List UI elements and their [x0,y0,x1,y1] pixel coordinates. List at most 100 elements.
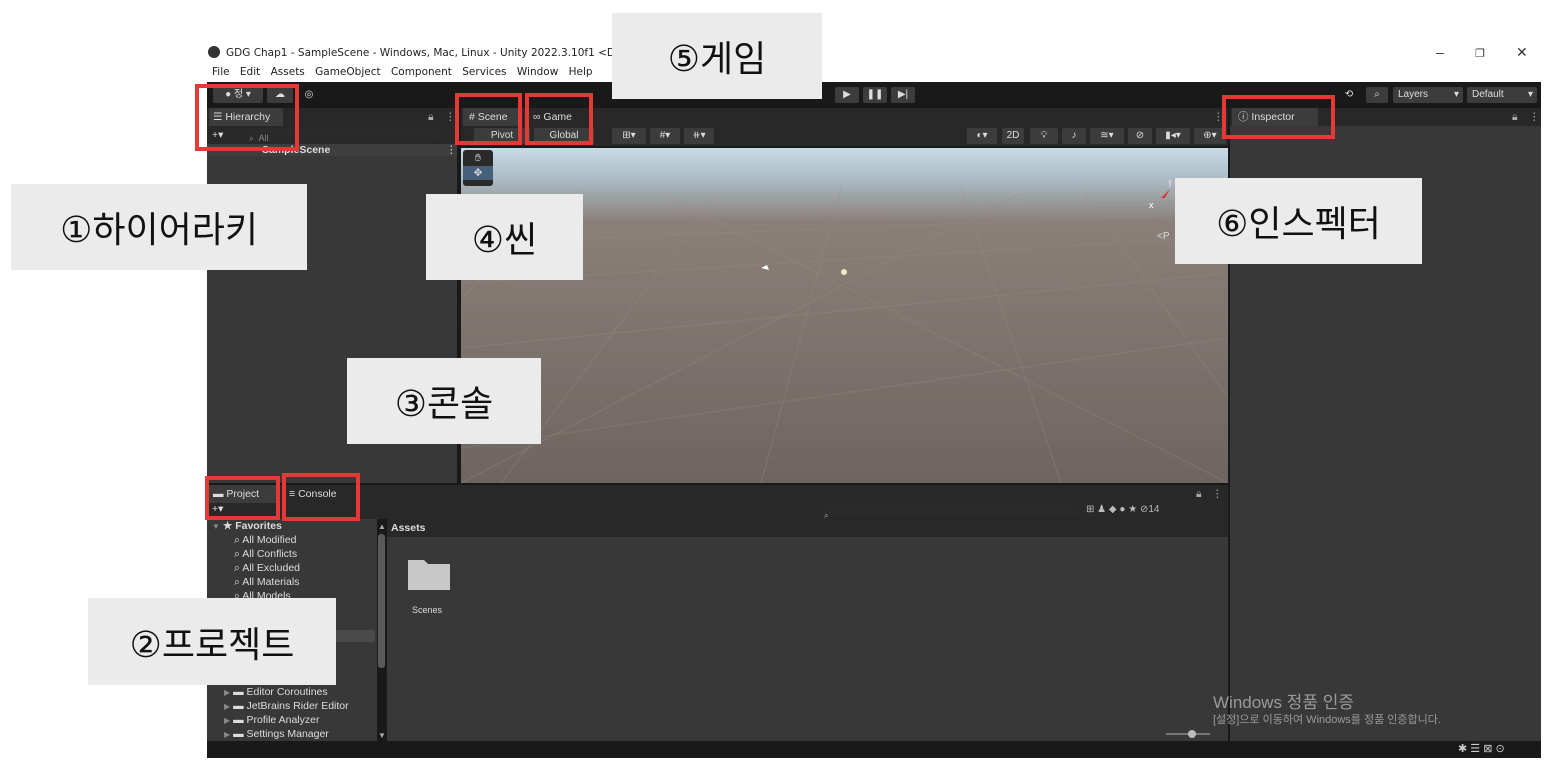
kebab-menu-icon[interactable]: ⋮ [446,143,457,157]
highlight-hierarchy [195,84,299,151]
chevron-right-icon: ▶ [224,716,231,725]
debug-icon[interactable]: ✱ [1458,743,1467,755]
package-item[interactable]: ▶ ▬ Profile Analyzer [224,713,319,728]
folder-icon: ▬ [233,714,244,726]
menu-services[interactable]: Services [462,66,506,78]
move-tool-icon[interactable]: ✥ [463,166,493,180]
play-button[interactable]: ▶ [835,87,859,103]
lighting-toggle[interactable]: 💡︎ [1030,128,1058,144]
layers-label: Layers [1398,89,1429,100]
step-icon: ▶| [897,89,909,100]
chevron-down-icon: ▼ [212,522,220,531]
search-by-label-icon[interactable]: ♟ [1097,504,1106,515]
favorites-node[interactable]: ▼ ★ Favorites [212,519,282,534]
folder-icon: ▬ [233,686,244,698]
package-item[interactable]: ▶ ▬ Editor Coroutines [224,685,328,700]
scenes-folder[interactable] [408,556,450,590]
favorite-label: All Materials [242,576,300,588]
assets-breadcrumb[interactable]: Assets [391,521,425,535]
gizmo-icon: ⊕▾ [1203,130,1217,141]
menu-component[interactable]: Component [391,66,452,78]
highlight-console [282,473,360,521]
2d-label: 2D [1006,130,1020,141]
search-icon: ⌕ [1374,89,1380,100]
folder-icon: ▬ [233,728,244,740]
kebab-menu-icon[interactable]: ⋮ [1212,485,1223,503]
package-item[interactable]: ▶ ▬ Settings Manager [224,727,329,742]
search-by-type-icon[interactable]: ⊞ [1086,504,1094,515]
scroll-up-icon[interactable]: ▲ [378,520,386,534]
step-button[interactable]: ▶| [891,87,915,103]
project-search-input[interactable]: ⌕ [820,505,1080,520]
menu-bar: File Edit Assets GameObject Component Se… [212,66,600,78]
search-button[interactable]: ⌕ [1366,87,1388,103]
menu-gameobject[interactable]: GameObject [315,66,380,78]
star-icon: ★ [222,520,233,532]
star-icon[interactable]: ★ [1128,504,1137,515]
favorite-item[interactable]: ⌕ All Conflicts [234,547,297,561]
visibility-toggle[interactable]: ⊘ [1128,128,1152,144]
chevron-right-icon: ▶ [224,730,231,739]
lock-icon[interactable]: 🔒︎ [1196,485,1202,503]
history-button[interactable]: ⟲ [1338,87,1360,103]
layers-dropdown[interactable]: Layers ▾ [1393,87,1463,103]
minimize-button[interactable]: – [1436,44,1444,60]
search-icon: ⌕ [234,562,240,574]
chevron-down-icon: ▾ [1527,89,1533,100]
effects-icon: ≋▾ [1100,130,1114,141]
package-item[interactable]: ▶ ▬ JetBrains Rider Editor [224,699,349,714]
label-game: ⑤게임 [612,13,822,99]
snap-button[interactable]: ⊞▾ [612,128,646,144]
grid-snap-button[interactable]: #▾ [650,128,680,144]
chevron-down-icon: ▾ [1453,89,1459,100]
activation-subtitle: [설정]으로 이동하여 Windows를 정품 인증합니다. [1213,714,1441,726]
kebab-menu-icon[interactable]: ⋮ [1529,108,1540,126]
favorite-label: All Conflicts [242,548,298,560]
increment-snap-button[interactable]: ⧺▾ [684,128,714,144]
favorites-label: Favorites [235,520,282,532]
network-icon[interactable]: ⊠ [1483,743,1492,755]
favorite-item[interactable]: ⌕ All Excluded [234,561,300,575]
package-label: Editor Coroutines [246,686,328,698]
lock-icon[interactable]: 🔒︎ [428,108,434,126]
menu-window[interactable]: Window [517,66,558,78]
favorite-item[interactable]: ⌕ All Materials [234,575,299,589]
lock-icon[interactable]: 🔒︎ [1512,108,1518,126]
close-button[interactable]: ✕ [1516,44,1528,61]
menu-file[interactable]: File [212,66,230,78]
label-scene: ④씬 [426,194,583,280]
collab-button[interactable]: ◎ [298,87,320,103]
menu-assets[interactable]: Assets [271,66,305,78]
maximize-button[interactable]: ❐ [1475,47,1485,60]
info-icon[interactable]: ● [1119,504,1125,515]
status-icons: ✱ ☰ ⊠ ⊙ [1458,740,1505,758]
collab-icon: ◎ [304,89,314,100]
filter-icons[interactable]: ⊞ ♟ ◆ ● ★ ⊘14 [1086,501,1160,519]
eye-off-icon: ⊘ [1135,130,1145,141]
tag-icon[interactable]: ◆ [1109,504,1117,515]
menu-edit[interactable]: Edit [240,66,260,78]
progress-icon[interactable]: ☰ [1470,743,1480,755]
2d-toggle[interactable]: 2D [1002,128,1024,144]
search-icon: ⌕ [234,576,240,588]
check-icon[interactable]: ⊙ [1496,743,1505,755]
hand-tool-icon[interactable]: ✋︎ [463,150,493,166]
camera-button[interactable]: ▮◂▾ [1156,128,1190,144]
effects-toggle[interactable]: ≋▾ [1090,128,1124,144]
persp-label[interactable]: <P [1157,228,1170,246]
pause-button[interactable]: ❚❚ [863,87,887,103]
menu-help[interactable]: Help [569,66,593,78]
scroll-down-icon[interactable]: ▼ [378,729,386,743]
favorite-item[interactable]: ⌕ All Modified [234,533,297,547]
history-icon: ⟲ [1344,89,1354,100]
tool-palette: ✋︎ ✥ [463,150,493,186]
folder-icon: ▬ [233,700,244,712]
folder-tree-scrollbar[interactable] [378,534,385,668]
shading-button[interactable]: ◐▾ [967,128,997,144]
x-axis-label: x [1149,200,1154,210]
audio-toggle[interactable]: ♪ [1062,128,1086,144]
layout-dropdown[interactable]: Default ▾ [1467,87,1537,103]
kebab-menu-icon[interactable]: ⋮ [445,108,456,126]
activation-title: Windows 정품 인증 [1213,693,1354,712]
zoom-slider-handle[interactable] [1188,730,1196,738]
